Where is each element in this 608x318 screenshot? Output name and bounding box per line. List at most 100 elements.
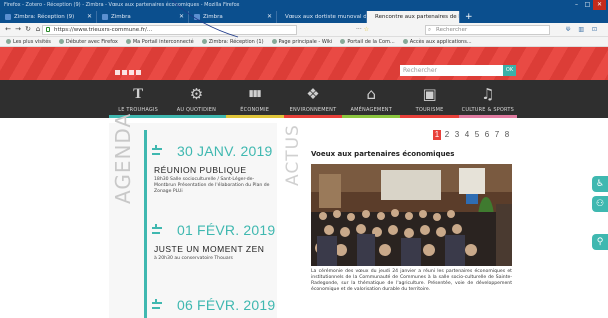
accessibility-icon[interactable]: ♿ bbox=[592, 176, 608, 192]
event-description: à 20h30 au conservatoire Thouars bbox=[154, 256, 233, 261]
tab-zimbra-3[interactable]: Zimbra ✕ bbox=[189, 11, 277, 23]
zimbra-favicon-icon bbox=[5, 14, 11, 20]
page-button[interactable]: 8 bbox=[503, 130, 511, 140]
audience-photo-illustration bbox=[311, 164, 512, 266]
music-note-icon: ♫ bbox=[481, 85, 495, 103]
slider-dots[interactable] bbox=[115, 70, 141, 75]
menu-item-tourisme[interactable]: ▣ TOURISME bbox=[400, 80, 459, 118]
agenda-event[interactable]: 30 JANV. 2019 RÉUNION PUBLIQUE 18h30 Sal… bbox=[150, 143, 275, 194]
close-tab-icon[interactable]: ✕ bbox=[263, 11, 272, 23]
close-window-icon[interactable]: ✕ bbox=[593, 0, 606, 10]
menu-item-culture-sports[interactable]: ♫ CULTURE & SPORTS bbox=[458, 80, 517, 118]
news-photo[interactable] bbox=[311, 164, 512, 266]
main-menu: T LE TROUHAGIS ⚙ AU QUOTIDIEN ▮▮▮ ÉCONOM… bbox=[0, 80, 608, 118]
bookmark-item[interactable]: Débuter avec Firefox bbox=[58, 39, 118, 45]
zimbra-favicon-icon bbox=[194, 14, 200, 20]
agenda-event[interactable]: 06 FÉVR. 2019 bbox=[150, 297, 275, 318]
agenda-heading: AGENDA bbox=[111, 112, 135, 204]
tab-zimbra-reception[interactable]: Zimbra: Réception (9) ✕ bbox=[0, 11, 97, 23]
bookmark-icon bbox=[271, 39, 277, 44]
menu-label: AMÉNAGEMENT bbox=[350, 107, 392, 113]
calendar-icon bbox=[150, 299, 164, 313]
event-title[interactable]: RÉUNION PUBLIQUE bbox=[154, 165, 247, 175]
bookmark-icon bbox=[6, 39, 11, 44]
page-button[interactable]: 7 bbox=[493, 130, 501, 140]
news-heading: ACTUS bbox=[283, 124, 303, 186]
back-arrow-icon[interactable]: ← bbox=[3, 25, 13, 33]
menu-color-bar bbox=[458, 115, 517, 118]
menu-item-au-quotidien[interactable]: ⚙ AU QUOTIDIEN bbox=[167, 80, 226, 118]
tab-label: Rencontre aux partenaires de la Co... bbox=[375, 14, 459, 20]
calendar-icon bbox=[150, 145, 164, 159]
site-search-button[interactable]: OK bbox=[503, 65, 516, 76]
bookmark-item[interactable]: Zimbra: Réception (1) bbox=[201, 39, 264, 45]
page-button[interactable]: 3 bbox=[453, 130, 461, 140]
menu-color-bar bbox=[342, 115, 401, 118]
menu-item-environnement[interactable]: ❖ ENVIRONNEMENT bbox=[283, 80, 343, 118]
close-tab-icon[interactable]: ✕ bbox=[83, 11, 92, 23]
menu-color-bar bbox=[400, 115, 459, 118]
search-placeholder: Rechercher bbox=[436, 27, 468, 33]
bar-chart-icon: ▮▮▮ bbox=[248, 89, 262, 99]
bookmark-icon bbox=[340, 39, 346, 44]
bookmark-item[interactable]: Page principale - Wiki bbox=[271, 39, 332, 45]
house-icon: ⌂ bbox=[366, 85, 377, 103]
agenda-event[interactable]: 01 FÉVR. 2019 JUSTE UN MOMENT ZEN à 20h3… bbox=[150, 222, 275, 267]
forward-arrow-icon[interactable]: → bbox=[13, 25, 23, 33]
url-text: https://www.trieuxrs-commune.fr/... bbox=[54, 27, 153, 33]
url-bar[interactable]: https://www.trieuxrs-commune.fr/... bbox=[42, 25, 297, 35]
menu-label: ÉCONOMIE bbox=[240, 107, 270, 113]
bookmark-item[interactable]: Accès aux applications... bbox=[402, 38, 472, 45]
menu-label: AU QUOTIDIEN bbox=[176, 107, 217, 113]
page-button[interactable]: 2 bbox=[443, 130, 451, 140]
tab-rencontre-active[interactable]: Rencontre aux partenaires de la Co... ✕ bbox=[367, 11, 460, 23]
reload-icon[interactable]: ↻ bbox=[23, 25, 33, 33]
site-header-banner: Rechercher OK bbox=[0, 47, 608, 80]
window-title-bar: Firefox - Zotero - Réception (9) - Zimbr… bbox=[0, 0, 608, 10]
maximize-icon[interactable]: □ bbox=[582, 0, 593, 10]
more-icon[interactable]: ··· bbox=[356, 26, 362, 33]
page-button[interactable]: 1 bbox=[433, 130, 441, 140]
search-icon: ⌕ bbox=[428, 27, 432, 33]
menu-item-amenagement[interactable]: ⌂ AMÉNAGEMENT bbox=[342, 80, 401, 118]
event-date: 06 FÉVR. 2019 bbox=[177, 297, 276, 313]
event-date: 01 FÉVR. 2019 bbox=[177, 222, 276, 238]
bookmark-star-icon[interactable]: ☆ bbox=[364, 26, 369, 33]
zimbra-favicon-icon bbox=[102, 14, 108, 20]
agenda-timeline bbox=[144, 130, 147, 318]
menu-label: CULTURE & SPORTS bbox=[461, 107, 514, 113]
news-pager: 1 2 3 4 5 6 7 8 bbox=[433, 130, 511, 140]
leaf-icon: ❖ bbox=[306, 85, 320, 103]
tab-label: Zimbra bbox=[203, 14, 223, 20]
menu-label: TOURISME bbox=[415, 107, 444, 113]
page-actions: ··· ☆ bbox=[356, 26, 369, 33]
news-title[interactable]: Voeux aux partenaires économiques bbox=[311, 150, 454, 158]
page-button[interactable]: 4 bbox=[463, 130, 471, 140]
event-description: 18h30 Salle socioculturelle / Sant-Léger… bbox=[154, 177, 270, 194]
bookmark-label: Ma Portail interconnecté bbox=[132, 38, 194, 45]
toolbar-right-icons[interactable]: ⟱ ▥ ⊡ bbox=[565, 26, 600, 33]
suitcase-icon: ▣ bbox=[422, 85, 437, 103]
browser-search-input[interactable]: ⌕ Rechercher bbox=[425, 25, 550, 35]
tab-strip: Zimbra: Réception (9) ✕ Zimbra ✕ Zimbra … bbox=[0, 10, 608, 23]
minimize-icon[interactable]: – bbox=[571, 0, 582, 10]
tab-zimbra-2[interactable]: Zimbra ✕ bbox=[97, 11, 189, 23]
people-icon[interactable]: ⚇ bbox=[592, 196, 608, 212]
tab-voeux[interactable]: Vœux aux dortiste munoval de-Pro ✕ bbox=[277, 11, 367, 23]
bookmark-label: Les plus visités bbox=[13, 38, 51, 45]
menu-item-economie[interactable]: ▮▮▮ ÉCONOMIE bbox=[225, 80, 284, 118]
bookmark-label: Accès aux applications... bbox=[409, 38, 472, 45]
new-tab-button[interactable]: + bbox=[460, 11, 478, 23]
page-button[interactable]: 6 bbox=[483, 130, 491, 140]
bookmark-item[interactable]: Portail de la Com... bbox=[340, 39, 395, 45]
site-search-input[interactable]: Rechercher bbox=[400, 65, 503, 76]
close-tab-icon[interactable]: ✕ bbox=[175, 11, 184, 23]
location-icon[interactable]: ⚲ bbox=[592, 234, 608, 250]
event-title[interactable]: JUSTE UN MOMENT ZEN bbox=[154, 244, 264, 254]
tab-label: Zimbra: Réception (9) bbox=[14, 14, 75, 20]
menu-label: ENVIRONNEMENT bbox=[289, 107, 337, 113]
bookmark-item[interactable]: Ma Portail interconnecté bbox=[125, 38, 194, 45]
lock-icon bbox=[46, 27, 50, 32]
bookmark-item[interactable]: Les plus visités bbox=[6, 39, 51, 45]
page-button[interactable]: 5 bbox=[473, 130, 481, 140]
